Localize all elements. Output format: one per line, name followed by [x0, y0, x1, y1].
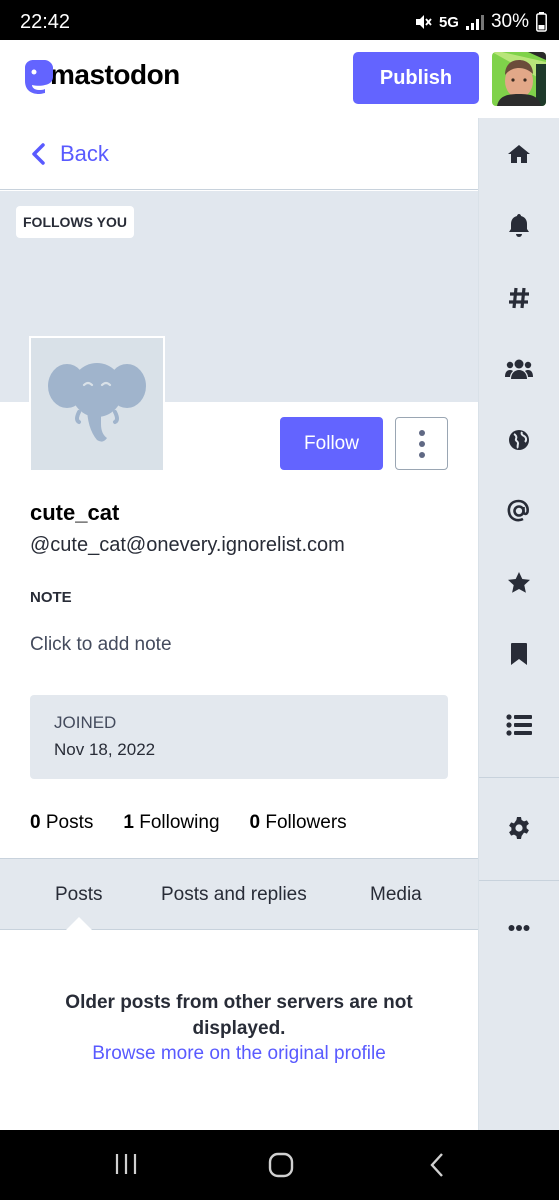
mastodon-logo[interactable]: mastodon — [22, 58, 180, 98]
profile-menu-button[interactable] — [395, 417, 448, 470]
bell-icon — [509, 214, 529, 237]
nav-lists[interactable] — [479, 705, 559, 745]
nav-preferences[interactable] — [479, 808, 559, 848]
users-icon — [505, 359, 533, 379]
battery-level: 30% — [490, 11, 529, 32]
ellipsis-icon — [508, 925, 530, 931]
nav-more[interactable] — [479, 908, 559, 948]
back-nav-icon[interactable] — [428, 1152, 446, 1178]
account-counts: 0 Posts 1 Following 0 Followers — [30, 812, 377, 834]
posts-count: 0 — [30, 812, 41, 833]
active-tab-indicator — [66, 917, 92, 930]
bookmark-icon — [511, 643, 527, 665]
browse-original-profile-link[interactable]: Browse more on the original profile — [0, 1043, 478, 1065]
profile-column: Back FOLLOWS YOU Follow cute_cat @cute_c… — [0, 118, 478, 1130]
nav-federated[interactable] — [479, 420, 559, 460]
follow-button[interactable]: Follow — [280, 417, 383, 470]
tab-posts[interactable]: Posts — [55, 884, 103, 906]
back-label: Back — [60, 140, 109, 166]
navigation-rail — [479, 118, 559, 1130]
list-icon — [506, 714, 532, 736]
following-count-label: Following — [139, 812, 220, 833]
hashtag-icon — [509, 287, 529, 309]
mastodon-logo-icon — [25, 60, 53, 94]
profile-avatar[interactable] — [29, 336, 165, 472]
ellipsis-vertical-icon — [418, 429, 425, 436]
recents-icon[interactable] — [114, 1152, 138, 1176]
signal-icon — [465, 14, 484, 30]
posts-count-label: Posts — [45, 812, 94, 833]
nav-local[interactable] — [479, 349, 559, 389]
tab-posts-and-replies[interactable]: Posts and replies — [161, 884, 307, 906]
nav-mentions[interactable] — [479, 491, 559, 531]
empty-state-message: Older posts from other servers are not d… — [65, 992, 413, 1039]
chevron-left-icon — [32, 142, 45, 165]
nav-favourites[interactable] — [479, 563, 559, 603]
posts-count-link[interactable]: 0 Posts — [30, 812, 93, 834]
user-avatar[interactable] — [492, 52, 546, 106]
logo-text: mastodon — [50, 59, 180, 90]
following-count-link[interactable]: 1 Following — [123, 812, 219, 834]
nav-explore[interactable] — [479, 278, 559, 318]
battery-icon — [536, 12, 547, 32]
followers-count: 0 — [249, 812, 261, 833]
profile-tabs: Posts Posts and replies Media — [0, 858, 478, 930]
status-time: 22:42 — [20, 11, 71, 33]
note-input[interactable]: Click to add note — [30, 634, 172, 656]
joined-label: JOINED — [54, 713, 117, 732]
elephant-icon — [31, 338, 163, 470]
mute-icon — [415, 15, 432, 29]
followers-count-link[interactable]: 0 Followers — [250, 812, 347, 834]
gear-icon — [509, 817, 529, 839]
nav-notifications[interactable] — [479, 205, 559, 245]
home-button-icon[interactable] — [268, 1152, 294, 1178]
followers-count-label: Followers — [265, 812, 347, 833]
note-label: NOTE — [30, 589, 72, 606]
display-name: cute_cat — [30, 500, 120, 525]
status-indicators: 5G 30% — [414, 11, 547, 33]
back-button[interactable]: Back — [0, 118, 478, 190]
joined-date: Nov 18, 2022 — [54, 740, 156, 759]
tab-media[interactable]: Media — [370, 884, 422, 906]
status-bar: 22:42 5G 30% — [0, 0, 559, 40]
user-avatar-image — [492, 52, 546, 106]
rail-divider — [479, 777, 559, 778]
network-type: 5G — [438, 13, 459, 31]
star-icon — [508, 572, 530, 593]
publish-button[interactable]: Publish — [353, 52, 479, 104]
nav-home[interactable] — [479, 134, 559, 174]
nav-bookmarks[interactable] — [479, 634, 559, 674]
app-header: mastodon Publish — [0, 40, 559, 118]
account-handle: @cute_cat@onevery.ignorelist.com — [30, 534, 345, 556]
following-count: 1 — [123, 812, 134, 833]
globe-icon — [509, 430, 529, 450]
follows-you-badge: FOLLOWS YOU — [16, 206, 134, 238]
rail-divider — [479, 880, 559, 881]
home-icon — [508, 145, 530, 163]
at-icon — [507, 499, 529, 522]
joined-field: JOINED Nov 18, 2022 — [30, 695, 448, 779]
system-navigation-bar — [0, 1130, 559, 1200]
